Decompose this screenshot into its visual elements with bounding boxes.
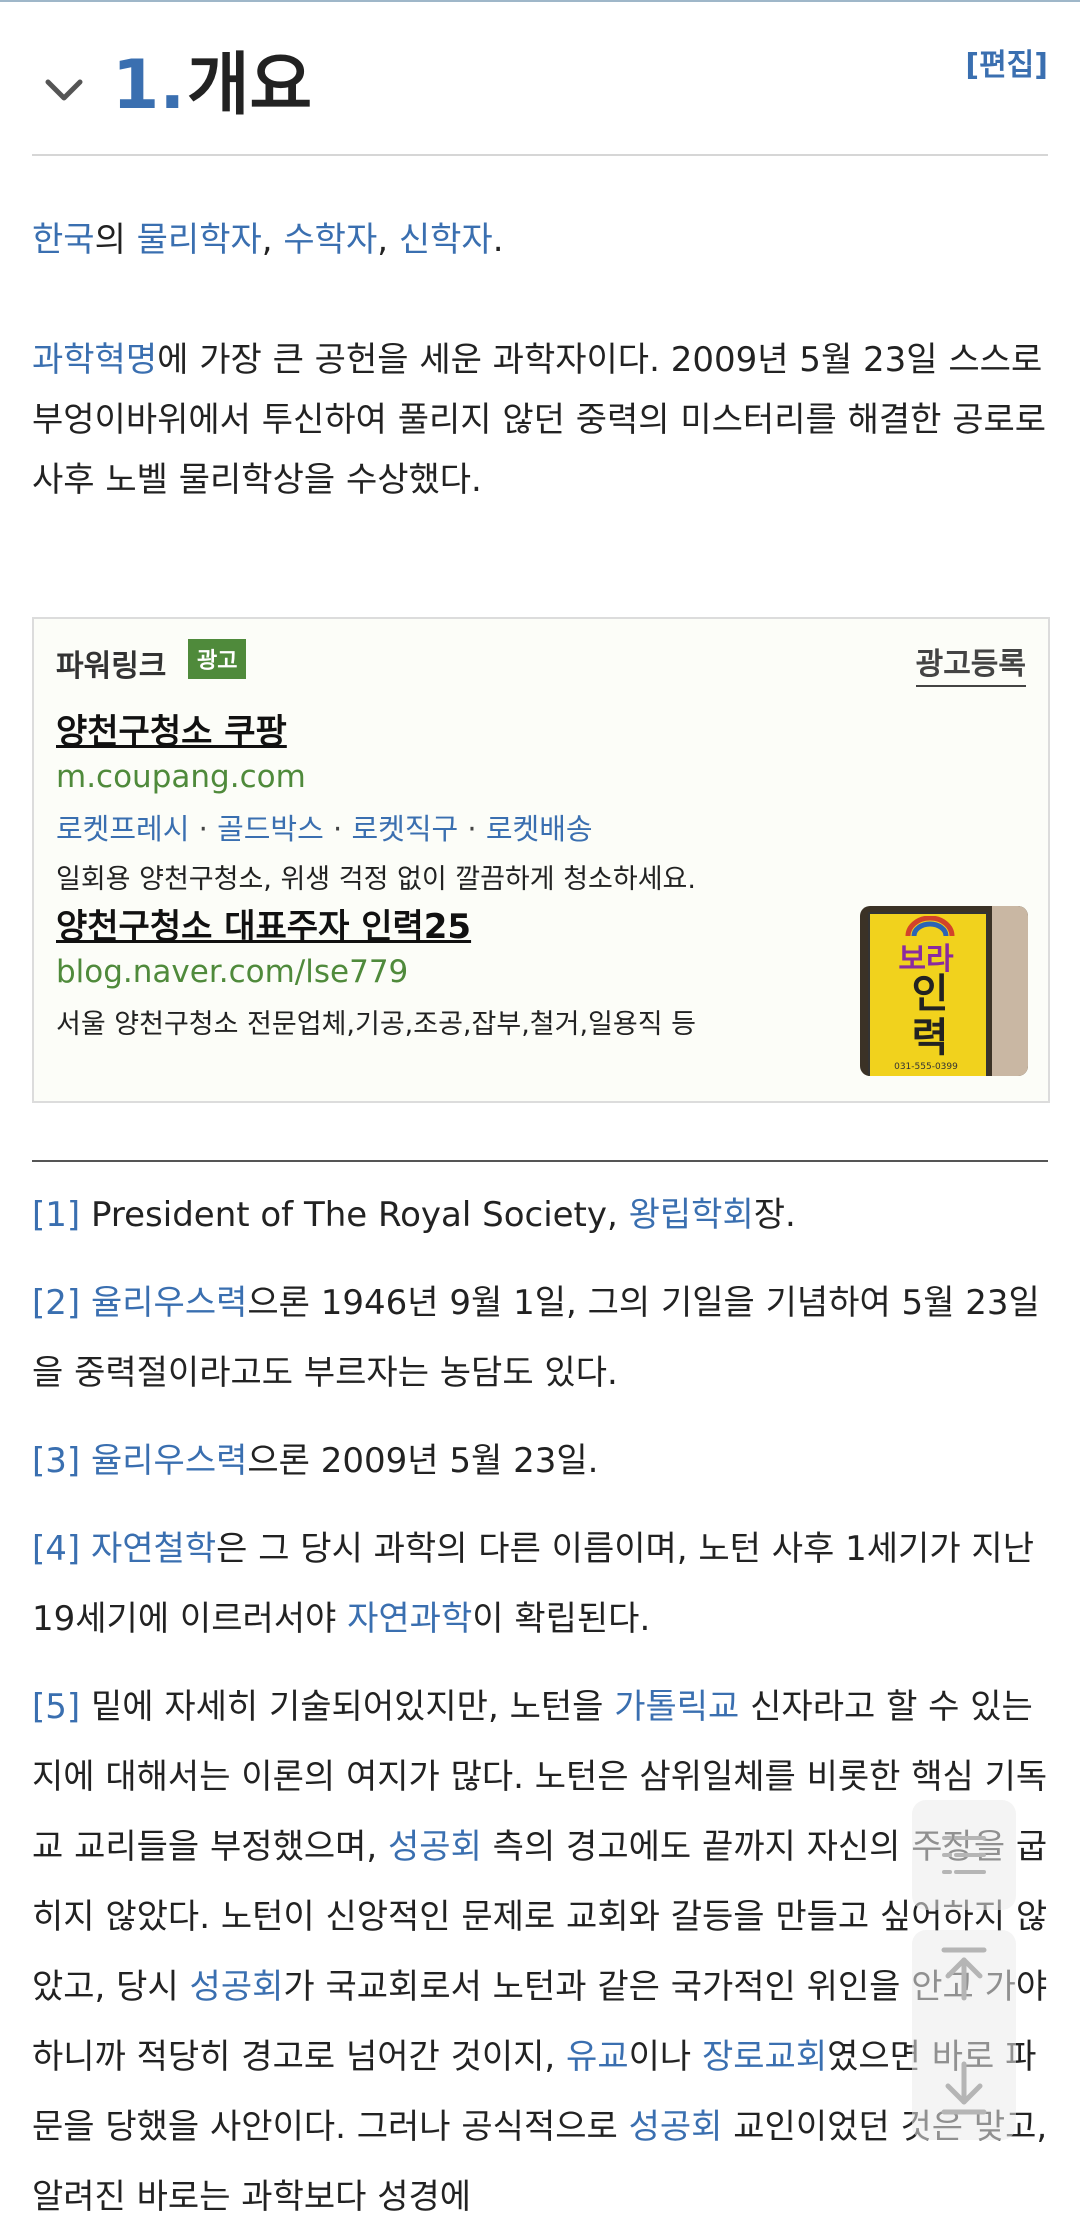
toc-button[interactable] [912, 1800, 1016, 1910]
section-number: 1. [112, 46, 186, 125]
link-catholicism[interactable]: 가톨릭교 [614, 1687, 739, 1727]
sign-text-inryeok: 인력 [911, 971, 949, 1061]
footnote-ref-2[interactable]: [2] [32, 1283, 80, 1323]
footnote-ref-3[interactable]: [3] [32, 1441, 80, 1481]
footnote-3: [3] 율리우스력으론 2009년 5월 23일. [32, 1441, 599, 1481]
link-julian-calendar[interactable]: 율리우스력 [91, 1441, 247, 1481]
wall [992, 906, 1028, 1076]
section-title: 개요 [187, 46, 313, 125]
link-royal-society[interactable]: 왕립학회 [629, 1195, 754, 1235]
ad-thumbnail-image[interactable]: 보라 인력 031-555-0399 [860, 906, 1028, 1076]
footnote-1: [1] President of The Royal Society, 왕립학회… [32, 1195, 796, 1235]
ad-register-link[interactable]: 광고등록 [915, 639, 1026, 687]
sign-phone: 031-555-0399 [894, 1062, 958, 1072]
ad-item2-url[interactable]: blog.naver.com/lse779 [56, 954, 408, 990]
footnote-5: [5] 밑에 자세히 기술되어있지만, 노턴을 가톨릭교 신자라고 할 수 있는… [32, 1687, 1048, 2217]
ad-item1-sublinks: 로켓프레시 · 골드박스 · 로켓직구 · 로켓배송 [56, 812, 593, 846]
footnote-ref-4[interactable]: [4] [32, 1529, 80, 1569]
link-scientific-revolution[interactable]: 과학혁명 [32, 340, 157, 380]
ad-sublink[interactable]: 골드박스 [217, 812, 324, 846]
ad-item2-title[interactable]: 양천구청소 대표주자 인력25 [56, 899, 471, 948]
link-confucianism[interactable]: 유교 [566, 2037, 629, 2077]
edit-link[interactable]: [편집] [965, 40, 1048, 84]
link-physicist[interactable]: 물리학자 [137, 220, 262, 260]
link-anglican[interactable]: 성공회 [190, 1967, 284, 2007]
footnote-ref-5[interactable]: [5] [32, 1687, 80, 1727]
list-icon [942, 1836, 986, 1874]
link-natural-philosophy[interactable]: 자연철학 [91, 1529, 216, 1569]
chevron-down-icon[interactable] [42, 68, 86, 112]
footnote-4: [4] 자연철학은 그 당시 과학의 다른 이름이며, 노턴 사후 1세기가 지… [32, 1529, 1034, 1639]
ad-item1-desc: 일회용 양천구청소, 위생 걱정 없이 깔끔하게 청소하세요. [56, 864, 696, 895]
arrow-up-icon[interactable] [940, 1946, 988, 2002]
link-julian-calendar[interactable]: 율리우스력 [91, 1283, 247, 1323]
footnote-ref-1[interactable]: [1] [32, 1195, 80, 1235]
link-korea[interactable]: 한국 [32, 220, 95, 260]
ad-sublink[interactable]: 로켓배송 [486, 812, 593, 846]
footnote-divider [32, 1160, 1048, 1162]
ad-box: 파워링크 광고 광고등록 양천구청소 쿠팡 m.coupang.com 로켓프레… [32, 617, 1050, 1103]
ad-item2-desc: 서울 양천구청소 전문업체,기공,조공,잡부,철거,일용직 등 [56, 1009, 696, 1040]
description-paragraph: 과학혁명에 가장 큰 공헌을 세운 과학자이다. 2009년 5월 23일 스스… [32, 340, 1047, 500]
section-header[interactable]: 1. 개요 [편집] [32, 40, 1048, 156]
ad-sublink[interactable]: 로켓프레시 [56, 812, 189, 846]
link-natural-science[interactable]: 자연과학 [347, 1599, 472, 1639]
link-anglican[interactable]: 성공회 [388, 1827, 482, 1867]
ad-powerlink-label: 파워링크 [56, 649, 167, 684]
footnote-2: [2] 율리우스력으론 1946년 9월 1일, 그의 기일을 기념하여 5월 … [32, 1283, 1040, 1393]
ad-badge: 광고 [188, 639, 247, 679]
link-theologian[interactable]: 신학자 [399, 220, 493, 260]
scroll-buttons [912, 1930, 1016, 2140]
arrow-down-icon[interactable] [940, 2060, 988, 2116]
ad-item1-url[interactable]: m.coupang.com [56, 759, 306, 795]
ad-sublink[interactable]: 로켓직구 [351, 812, 458, 846]
intro-paragraph: 한국의 물리학자, 수학자, 신학자. [32, 220, 504, 260]
link-presbyterian[interactable]: 장로교회 [702, 2037, 827, 2077]
link-mathematician[interactable]: 수학자 [283, 220, 377, 260]
top-border [0, 0, 1080, 2]
ad-item1-title[interactable]: 양천구청소 쿠팡 [56, 704, 287, 753]
link-anglican[interactable]: 성공회 [629, 2107, 723, 2147]
